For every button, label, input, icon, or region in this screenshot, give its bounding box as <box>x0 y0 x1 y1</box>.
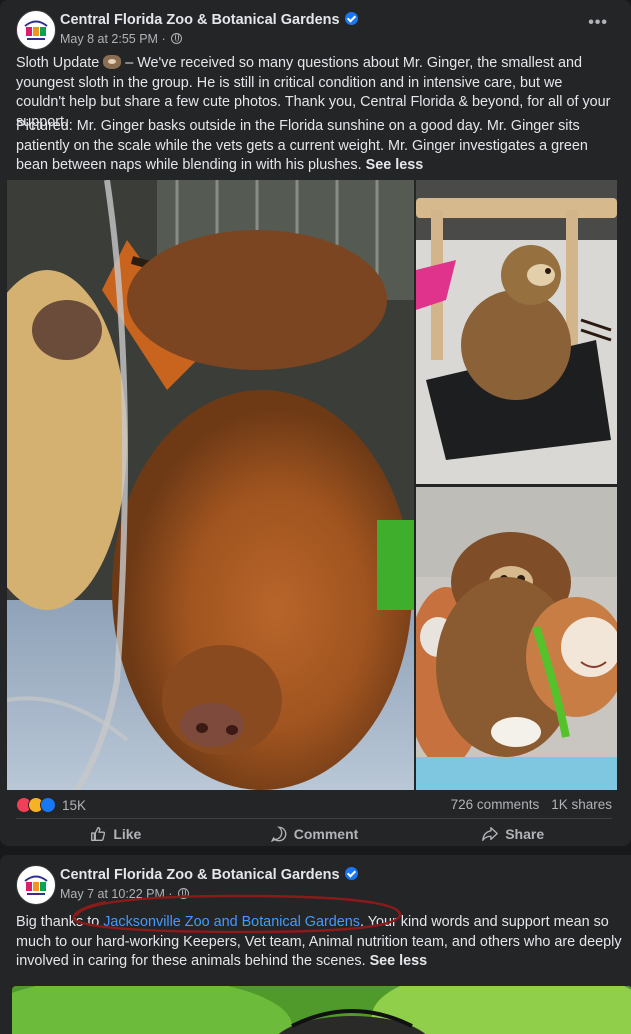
zoo-logo-icon <box>19 868 53 902</box>
engagement-stats: 15K 726 comments 1K shares <box>16 797 612 817</box>
like-button[interactable]: Like <box>16 822 215 846</box>
photo-grid <box>7 180 617 790</box>
post-text-caption: Pictured: Mr. Ginger basks outside in th… <box>16 118 588 173</box>
share-arrow-icon <box>482 827 499 841</box>
verified-badge-icon <box>344 12 358 25</box>
jacksonville-zoo-link[interactable]: Jacksonville Zoo and Botanical Gardens <box>103 914 360 930</box>
photo-post-preview[interactable] <box>12 986 631 1034</box>
shares-count[interactable]: 1K shares <box>551 797 612 812</box>
globe-icon <box>171 33 183 44</box>
post-date[interactable]: May 8 at 2:55 PM <box>60 32 158 46</box>
share-button[interactable]: Share <box>413 822 612 846</box>
zoo-logo-icon <box>19 13 53 47</box>
photo-sloth-scale[interactable] <box>416 180 617 484</box>
post-card: Central Florida Zoo & Botanical Gardens … <box>0 855 631 1034</box>
reactions-summary[interactable]: 15K <box>16 797 86 813</box>
post-meta: May 7 at 10:22 PM · <box>60 887 190 901</box>
like-reaction-icon <box>40 797 56 813</box>
see-less-link[interactable]: See less <box>370 953 428 969</box>
post-header: Central Florida Zoo & Botanical Gardens … <box>12 8 612 50</box>
comments-count[interactable]: 726 comments <box>451 797 540 812</box>
comment-bubble-icon <box>270 826 287 843</box>
more-options-icon[interactable]: ••• <box>588 14 608 32</box>
action-bar: Like Comment Share <box>16 822 612 846</box>
page-name[interactable]: Central Florida Zoo & Botanical Gardens <box>60 12 358 28</box>
reaction-count: 15K <box>62 797 87 813</box>
photo-sloth-basking[interactable] <box>7 180 414 790</box>
page-name[interactable]: Central Florida Zoo & Botanical Gardens <box>60 867 358 883</box>
post-meta: May 8 at 2:55 PM · <box>60 32 183 46</box>
see-less-link[interactable]: See less <box>366 157 424 173</box>
sloth-emoji-icon <box>103 55 122 69</box>
post-date[interactable]: May 7 at 10:22 PM <box>60 887 165 901</box>
page-avatar[interactable] <box>16 865 56 905</box>
page-avatar[interactable] <box>16 10 56 50</box>
divider <box>16 818 612 819</box>
comment-button[interactable]: Comment <box>215 822 414 846</box>
post-card: Central Florida Zoo & Botanical Gardens … <box>0 0 631 846</box>
comment-share-counts: 726 comments 1K shares <box>451 797 612 812</box>
post-text: Big thanks to Jacksonville Zoo and Botan… <box>16 914 622 969</box>
post-header: Central Florida Zoo & Botanical Gardens … <box>12 863 612 905</box>
thumbs-up-icon <box>91 827 106 841</box>
verified-badge-icon <box>344 867 358 880</box>
photo-sloth-plush[interactable] <box>416 487 617 790</box>
globe-icon <box>178 888 190 899</box>
